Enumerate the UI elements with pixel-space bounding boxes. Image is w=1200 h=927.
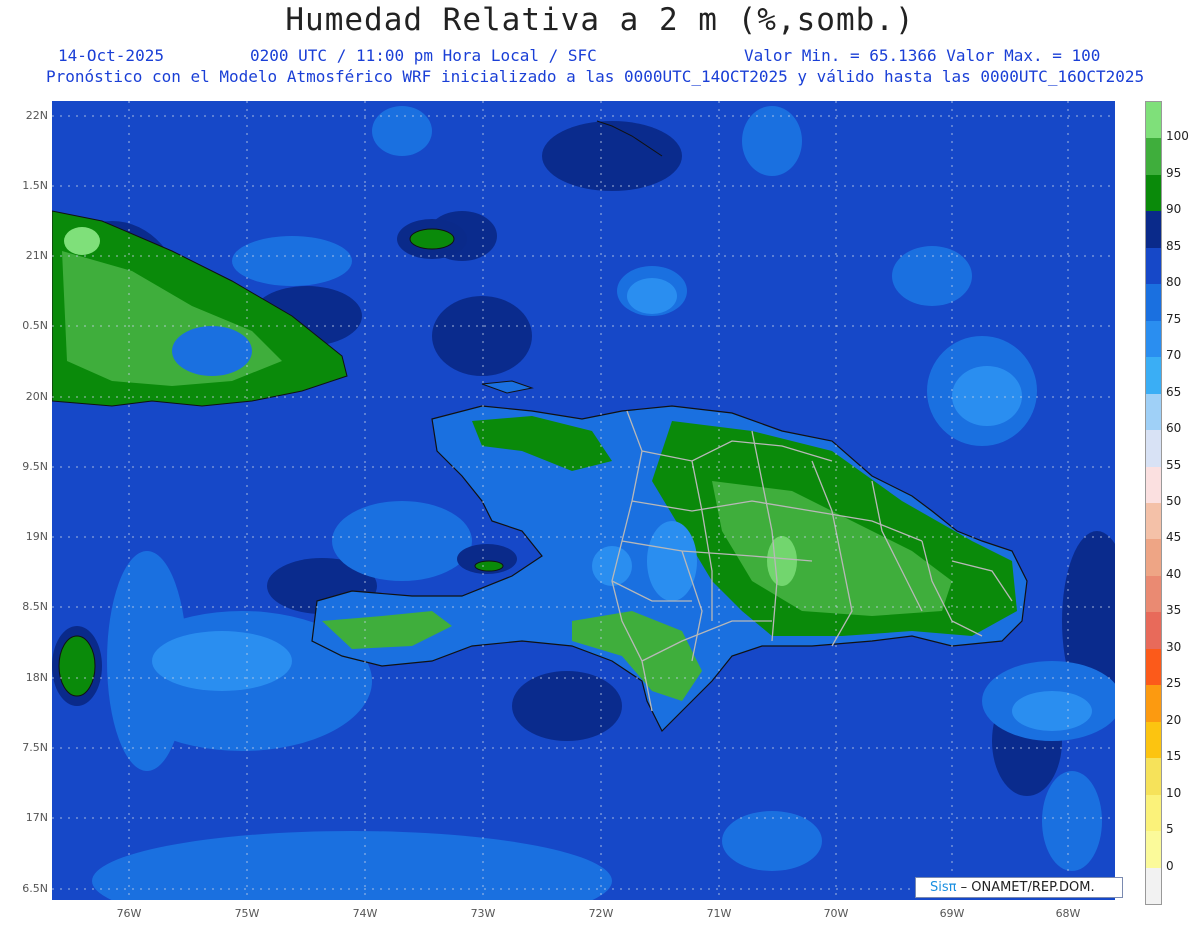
colorbar-swatch (1146, 539, 1161, 576)
lat-label: 18N (25, 671, 48, 684)
colorbar-label: 25 (1166, 676, 1182, 691)
colorbar-swatch (1146, 102, 1161, 139)
colorbar-label: 80 (1166, 275, 1182, 290)
colorbar-swatch (1146, 575, 1161, 613)
credit-text: – ONAMET/REP.DOM. (960, 880, 1095, 895)
jamaica-island (52, 626, 102, 706)
colorbar-swatch (1146, 357, 1161, 394)
lat-label: 17N (25, 811, 48, 824)
sispi-logo: Sisπ (930, 880, 957, 895)
colorbar-swatch (1146, 466, 1161, 503)
colorbar-swatch (1146, 794, 1161, 832)
colorbar-swatch (1146, 211, 1161, 248)
lat-label: 7.5N (22, 741, 48, 754)
colorbar-label: 65 (1166, 384, 1182, 399)
colorbar-swatch (1146, 393, 1161, 431)
lon-label: 71W (706, 907, 732, 920)
colorbar-label: 60 (1166, 421, 1182, 436)
colorbar-swatch (1146, 612, 1161, 649)
colorbar-swatch (1146, 502, 1161, 540)
colorbar-label: 45 (1166, 530, 1182, 545)
colorbar-label: 75 (1166, 311, 1182, 326)
lat-label: 19N (25, 530, 48, 543)
colorbar-label: 40 (1166, 566, 1182, 581)
colorbar-label: 0 (1166, 858, 1174, 873)
colorbar-label: 35 (1166, 603, 1182, 618)
colorbar-label: 30 (1166, 639, 1182, 654)
lon-label: 76W (116, 907, 142, 920)
colorbar-swatch (1146, 430, 1161, 467)
lat-label: 9.5N (22, 460, 48, 473)
colorbar-label: 5 (1166, 822, 1174, 837)
colorbar-label: 20 (1166, 712, 1182, 727)
lon-label: 73W (470, 907, 496, 920)
colorbar-label: 90 (1166, 202, 1182, 217)
colorbar-label: 70 (1166, 348, 1182, 363)
lat-label: 8.5N (22, 600, 48, 613)
colorbar-swatch (1146, 284, 1161, 321)
lat-label: 1.5N (22, 179, 48, 192)
lon-label: 75W (234, 907, 260, 920)
lon-label: 72W (588, 907, 614, 920)
gonave-island (457, 544, 517, 574)
lon-label: 70W (823, 907, 849, 920)
colorbar-label: 15 (1166, 749, 1182, 764)
credit-box: Sisπ – ONAMET/REP.DOM. (915, 877, 1123, 898)
lat-label: 0.5N (22, 319, 48, 332)
colorbar-label: 85 (1166, 238, 1182, 253)
humidity-map (52, 101, 1115, 900)
model-info: Pronóstico con el Modelo Atmosférico WRF… (46, 67, 1145, 86)
lat-label: 22N (25, 109, 48, 122)
colorbar-swatch (1146, 648, 1161, 686)
lat-label: 21N (25, 249, 48, 262)
lat-label: 20N (25, 390, 48, 403)
lon-label: 68W (1055, 907, 1081, 920)
lon-label: 69W (939, 907, 965, 920)
colorbar (1145, 101, 1162, 905)
inagua-island (397, 219, 467, 259)
colorbar-label: 95 (1166, 165, 1182, 180)
colorbar-swatch (1146, 247, 1161, 285)
colorbar-label: 50 (1166, 494, 1182, 508)
colorbar-swatch (1146, 721, 1161, 759)
colorbar-swatch (1146, 320, 1161, 358)
colorbar-swatch (1146, 831, 1161, 868)
colorbar-label: 10 (1166, 785, 1182, 800)
tortuga-island (481, 380, 534, 394)
map-title: Humedad Relativa a 2 m (%,somb.) (285, 2, 915, 38)
colorbar-swatch (1146, 138, 1161, 175)
colorbar-swatch (1146, 758, 1161, 795)
colorbar-label: 55 (1166, 457, 1182, 472)
colorbar-swatch (1146, 174, 1161, 212)
colorbar-swatch (1146, 685, 1161, 722)
forecast-date: 14-Oct-2025 (58, 46, 164, 65)
lon-label: 74W (352, 907, 378, 920)
lat-label: 6.5N (22, 882, 48, 895)
value-range: Valor Min. = 65.1366 Valor Max. = 100 (744, 46, 1101, 65)
colorbar-label: 100 (1166, 129, 1189, 144)
colorbar-swatch (1146, 867, 1161, 904)
forecast-time: 0200 UTC / 11:00 pm Hora Local / SFC (250, 46, 597, 65)
